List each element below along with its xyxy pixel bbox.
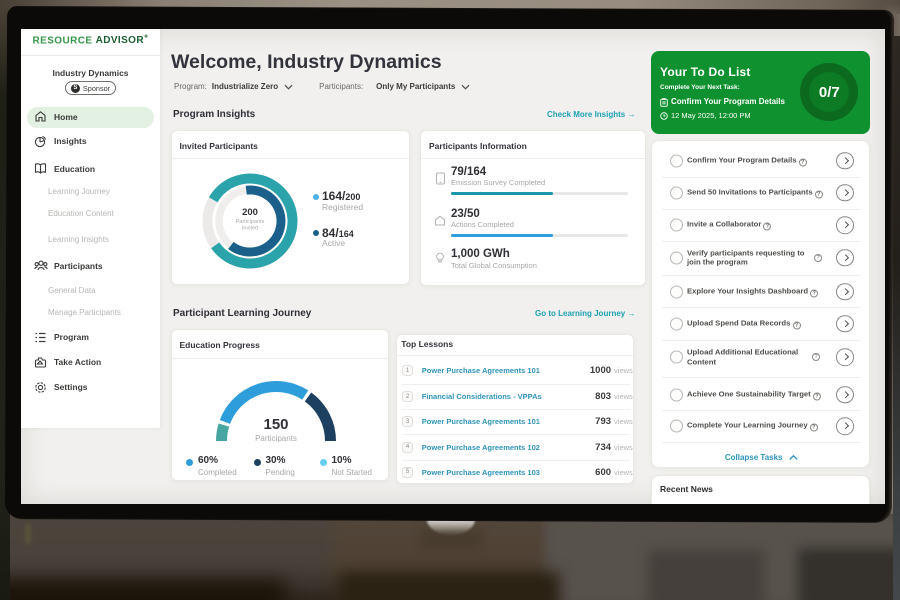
svg-text:Invited: Invited	[241, 226, 257, 232]
svg-text:Participants: Participants	[235, 219, 264, 225]
svg-text:200: 200	[242, 207, 258, 218]
